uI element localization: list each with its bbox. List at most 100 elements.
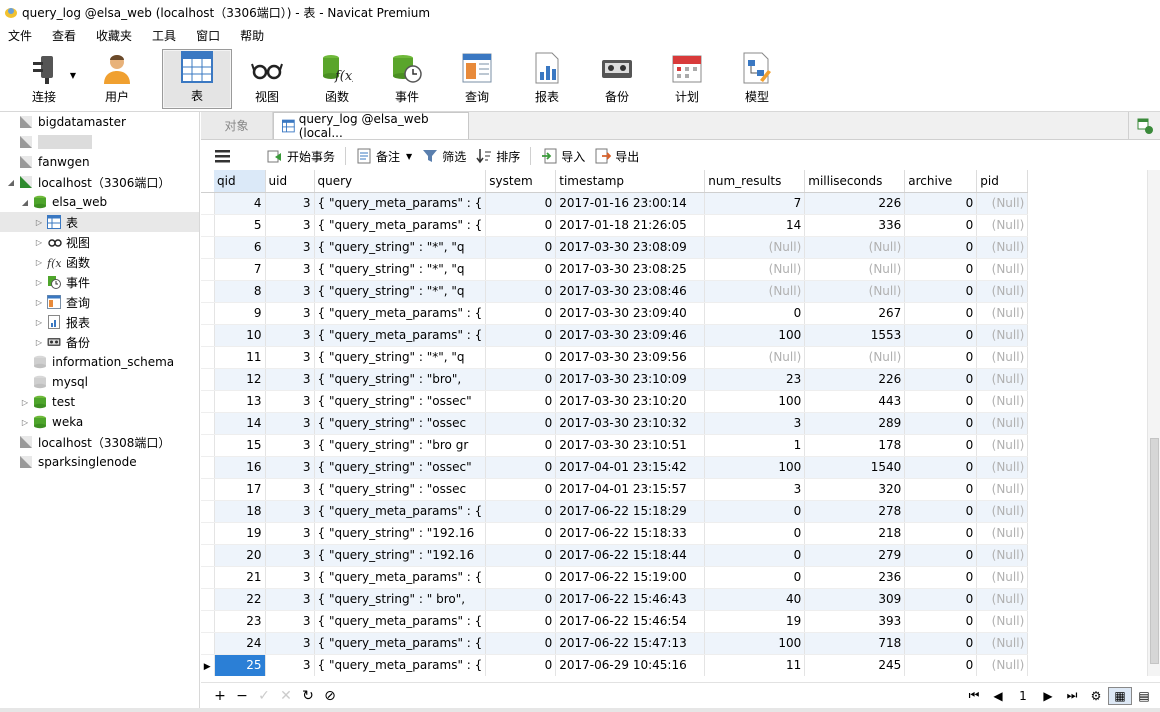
cell-query[interactable]: { "query_meta_params" : { — [314, 324, 487, 347]
cell-qid[interactable]: 4 — [214, 192, 266, 215]
cell-timestamp[interactable]: 2017-03-30 23:08:46 — [555, 280, 706, 303]
gear-icon[interactable]: ⚙ — [1084, 689, 1108, 703]
cell-archive[interactable]: 0 — [904, 302, 978, 325]
filter-button[interactable]: 筛选 — [422, 148, 466, 165]
cell-query[interactable]: { "query_meta_params" : { — [314, 654, 487, 676]
cell-num-results[interactable]: 0 — [704, 544, 806, 567]
cell-milliseconds[interactable]: 443 — [804, 390, 906, 413]
cell-timestamp[interactable]: 2017-06-22 15:18:33 — [555, 522, 706, 545]
cell-archive[interactable]: 0 — [904, 390, 978, 413]
cell-milliseconds[interactable]: 236 — [804, 566, 906, 589]
cell-system[interactable]: 0 — [485, 280, 557, 303]
table-row[interactable]: 9 3{ "query_meta_params" : {0 2017-03-30 2… — [201, 302, 1029, 325]
object-info-button[interactable] — [1128, 112, 1160, 139]
cell-query[interactable]: { "query_meta_params" : { — [314, 500, 487, 523]
table-row[interactable]: 4 3{ "query_meta_params" : {0 2017-01-16 2… — [201, 192, 1029, 215]
cell-num-results[interactable]: (Null) — [704, 346, 806, 369]
cell-pid[interactable]: (Null) — [976, 522, 1029, 545]
row-indicator[interactable]: ▶ — [201, 654, 215, 676]
table-row[interactable]: 22 3{ "query_string" : " bro", 0 2017-06-2… — [201, 588, 1029, 611]
cell-num-results[interactable]: 11 — [704, 654, 806, 676]
cell-pid[interactable]: (Null) — [976, 654, 1029, 676]
cell-num-results[interactable]: 0 — [704, 522, 806, 545]
cell-query[interactable]: { "query_string" : "ossec — [314, 412, 487, 435]
cell-system[interactable]: 0 — [485, 390, 557, 413]
cell-archive[interactable]: 0 — [904, 500, 978, 523]
table-button[interactable]: 表 — [162, 49, 232, 109]
cell-archive[interactable]: 0 — [904, 368, 978, 391]
table-row[interactable]: 17 3{ "query_string" : "ossec 0 2017-04-01 … — [201, 478, 1029, 501]
form-view-icon[interactable]: ▤ — [1132, 689, 1156, 703]
tree-item-information-schema[interactable]: information_schema — [0, 352, 199, 372]
chevron-down-icon[interactable]: ▼ — [70, 71, 76, 80]
cell-system[interactable]: 0 — [485, 346, 557, 369]
column-header-archive[interactable]: archive — [904, 170, 978, 193]
cell-uid[interactable]: 3 — [265, 192, 315, 215]
cell-pid[interactable]: (Null) — [976, 500, 1029, 523]
tree-item-fanwgen[interactable]: fanwgen — [0, 152, 199, 172]
cell-archive[interactable]: 0 — [904, 236, 978, 259]
cell-timestamp[interactable]: 2017-03-30 23:10:20 — [555, 390, 706, 413]
menu-file[interactable]: 文件 — [0, 27, 44, 44]
cell-query[interactable]: { "query_string" : "ossec" — [314, 390, 487, 413]
cell-qid[interactable]: 17 — [214, 478, 266, 501]
table-row[interactable]: 11 3{ "query_string" : "*", "q 0 2017-03-30… — [201, 346, 1029, 369]
cell-timestamp[interactable]: 2017-06-22 15:19:00 — [555, 566, 706, 589]
refresh-icon[interactable]: ↻ — [297, 688, 319, 704]
page-number[interactable]: 1 — [1010, 689, 1036, 703]
menu-favorites[interactable]: 收藏夹 — [88, 27, 144, 44]
cell-uid[interactable]: 3 — [265, 346, 315, 369]
cell-qid[interactable]: 16 — [214, 456, 266, 479]
cell-uid[interactable]: 3 — [265, 302, 315, 325]
report-button[interactable]: 报表 — [512, 49, 582, 109]
cell-timestamp[interactable]: 2017-03-30 23:10:51 — [555, 434, 706, 457]
cell-num-results[interactable]: 14 — [704, 214, 806, 237]
table-row[interactable]: 12 3{ "query_string" : "bro", 0 2017-03-30… — [201, 368, 1029, 391]
cell-timestamp[interactable]: 2017-04-01 23:15:42 — [555, 456, 706, 479]
cell-uid[interactable]: 3 — [265, 434, 315, 457]
cell-uid[interactable]: 3 — [265, 654, 315, 676]
cell-milliseconds[interactable]: 245 — [804, 654, 906, 676]
cell-timestamp[interactable]: 2017-03-30 23:09:46 — [555, 324, 706, 347]
cell-uid[interactable]: 3 — [265, 566, 315, 589]
cell-query[interactable]: { "query_string" : "*", "q — [314, 280, 487, 303]
cell-uid[interactable]: 3 — [265, 280, 315, 303]
cell-timestamp[interactable]: 2017-06-22 15:46:43 — [555, 588, 706, 611]
cell-milliseconds[interactable]: (Null) — [804, 258, 906, 281]
cell-milliseconds[interactable]: 279 — [804, 544, 906, 567]
table-row[interactable]: 13 3{ "query_string" : "ossec" 0 2017-03-30… — [201, 390, 1029, 413]
cell-system[interactable]: 0 — [485, 302, 557, 325]
cell-archive[interactable]: 0 — [904, 214, 978, 237]
tree-item-mysql[interactable]: mysql — [0, 372, 199, 392]
cell-pid[interactable]: (Null) — [976, 566, 1029, 589]
row-indicator[interactable] — [201, 434, 215, 457]
cell-milliseconds[interactable]: (Null) — [804, 236, 906, 259]
cell-uid[interactable]: 3 — [265, 522, 315, 545]
column-header-milliseconds[interactable]: milliseconds — [804, 170, 906, 193]
cell-num-results[interactable]: 3 — [704, 478, 806, 501]
cell-pid[interactable]: (Null) — [976, 412, 1029, 435]
cell-query[interactable]: { "query_meta_params" : { — [314, 302, 487, 325]
cell-system[interactable]: 0 — [485, 654, 557, 676]
cell-qid[interactable]: 25 — [214, 654, 266, 676]
row-indicator[interactable] — [201, 302, 215, 325]
cell-qid[interactable]: 22 — [214, 588, 266, 611]
cell-uid[interactable]: 3 — [265, 632, 315, 655]
cell-milliseconds[interactable]: 226 — [804, 192, 906, 215]
cell-query[interactable]: { "query_meta_params" : { — [314, 566, 487, 589]
collapsed-arrow-icon[interactable]: ▷ — [34, 258, 44, 267]
stop-icon[interactable]: ⊘ — [319, 688, 341, 704]
cell-archive[interactable]: 0 — [904, 566, 978, 589]
tree-item-reports[interactable]: ▷ 报表 — [0, 312, 199, 332]
cell-num-results[interactable]: (Null) — [704, 236, 806, 259]
cell-milliseconds[interactable]: 278 — [804, 500, 906, 523]
row-indicator[interactable] — [201, 456, 215, 479]
cell-pid[interactable]: (Null) — [976, 390, 1029, 413]
tree-item-elsa-web[interactable]: ◢ elsa_web — [0, 192, 199, 212]
cell-num-results[interactable]: 3 — [704, 412, 806, 435]
begin-transaction-button[interactable]: 开始事务 — [267, 148, 335, 165]
cell-archive[interactable]: 0 — [904, 544, 978, 567]
backup-button[interactable]: 备份 — [582, 49, 652, 109]
cell-pid[interactable]: (Null) — [976, 280, 1029, 303]
row-indicator[interactable] — [201, 214, 215, 237]
